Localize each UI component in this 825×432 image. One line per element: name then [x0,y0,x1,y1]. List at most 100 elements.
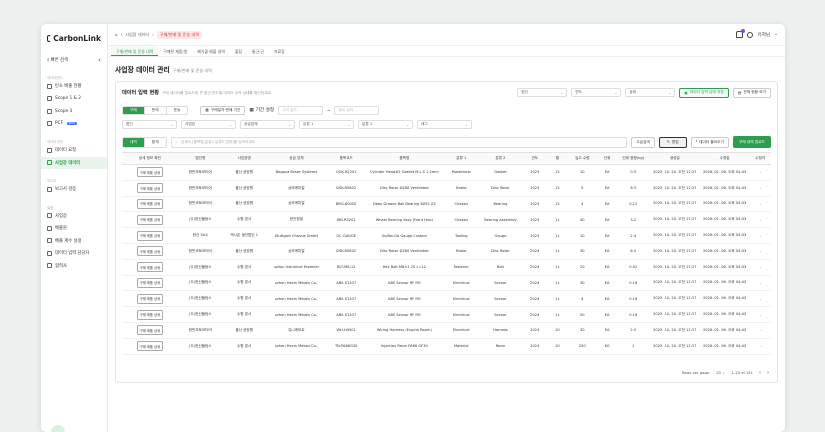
view-tab[interactable]: 내역 [123,137,145,147]
tab-item[interactable]: 통근/근 [247,46,269,56]
sidebar-item[interactable]: 사업장 데이터 [41,156,107,169]
tab-item[interactable]: 구매/판매 및 운송 내역 [111,46,159,56]
mode-tab[interactable]: 구매 [123,106,145,114]
table-row[interactable]: 구매 제품 상세 한민모토모터어 울산 공장원 삼보케미칼 DSK-R5802 Disc … [122,243,771,260]
column-header[interactable]: 품목코드 [327,152,366,165]
tab-item[interactable]: 구매한 제품/원 [158,46,192,56]
column-header[interactable]: 분류 2 [479,152,522,165]
tab-item[interactable]: 출장 [230,46,247,56]
table-cell: 50 [566,306,598,323]
table-row[interactable]: 구매 제품 상세 한민모토모터어 울산 공장원 삼보케미칼 BRG-6005Z Deep … [122,196,771,213]
table-row[interactable]: 구매 제품 상세 한민모토모터어 울산 공장원 Nagoya Brake System… [122,164,771,181]
detail-button[interactable]: 구매 제품 상세 [136,167,164,178]
user-name[interactable]: 유저님 [757,32,770,38]
detail-button[interactable]: 구매 제품 상세 [136,341,164,352]
column-header[interactable]: 공급 업체 [265,152,328,165]
detail-button[interactable]: 구매 제품 상세 [136,183,164,194]
bell-icon[interactable] [736,29,746,38]
table-row[interactable]: 구매 제품 상세 한민모토모터어 울산 공장원 삼보케미칼 DSK-R5802 Disc … [122,180,771,197]
save-status-label: 데이터 입력 상태 저장 [689,90,724,94]
column-header[interactable]: 수정일 [699,152,750,165]
upload-button[interactable]: 구매 내역 업로드 [732,136,771,148]
filter-select[interactable]: 분류 2 ⌄ [358,120,413,129]
mode-tab[interactable]: 운송 [167,107,188,114]
quick-search[interactable]: ⌕ 빠른 검색 ‹ [41,54,107,66]
table-row[interactable]: 구매 제품 상세 (주)한신물팀스 수원 본사 nzhen Hexin Metals … [122,306,771,323]
detail-button[interactable]: 구매 제품 상세 [136,198,164,209]
search-input[interactable]: ⌕ 검색어 (품목명,분류1,분류2,업체)를 검색하세요 [170,136,628,148]
filter-select[interactable]: 법인 ⌄ [122,120,177,129]
column-header[interactable]: 생성일 [649,152,700,165]
avatar[interactable] [51,425,65,432]
table-row[interactable]: 구매 제품 상세 (주)한신물팀스 수원 본사 nzhen Hexin Metals … [122,275,771,292]
column-header[interactable]: 단위 [597,152,617,165]
table-row[interactable]: 구매 제품 상세 (주)한신물팀스 수원 본사 nzhen Hexin Metals … [122,290,771,308]
sidebar-item[interactable]: 보고서 검증 [41,183,107,196]
filter-select[interactable]: 사업장 ⌄ [181,120,236,129]
filter-select[interactable]: 공급업체 ⌄ [240,120,295,129]
sidebar-item[interactable]: 협력사 [41,260,107,273]
column-header[interactable]: 상세 정보 확인 [122,152,178,165]
save-status-button[interactable]: ▣ 데이터 입력 상태 저장 [679,87,729,98]
sidebar-item[interactable]: 배출 계수 설정 [41,235,107,248]
rows-per-page-select[interactable]: 20 ⌄ [716,371,725,375]
download-button[interactable]: ⭳ 데이터 불러오기 [690,136,729,148]
table-cell: DSK-R5802 [327,180,366,197]
tab-item[interactable]: 폐기물 배출 내역 [192,46,230,56]
view-tab[interactable]: 합계 [145,138,166,147]
sidebar-item[interactable]: 데이터 입력 담당자 [41,247,107,260]
tab-item[interactable]: 자료등 [269,46,290,56]
sidebar-item[interactable]: Scope 3 [41,105,107,118]
sidebar-item[interactable]: 탄소 배출 현황 [41,80,107,93]
detail-button[interactable]: 구매 제품 상세 [136,325,164,336]
corp-select[interactable]: 법인 ⌄ [517,88,568,97]
mode-tab[interactable]: 판매 [145,106,167,114]
table-row[interactable]: 구매 제품 상세 (주)한신물팀스 수원 본사 uzhou Industrial Fa… [122,259,771,276]
column-header[interactable]: 월 [547,152,567,165]
table-row[interactable]: 구매 제품 상세 (주)한신물팀스 수원 본사 한진정밀 WB-R3201 Wheel B… [122,211,771,229]
column-header[interactable]: 단위 중량(kg) [616,152,650,165]
edit-button[interactable]: ✎ 편집 [658,136,687,148]
sidebar-item[interactable]: PCF BETA [41,118,107,131]
home-icon[interactable]: ⌂ [115,32,118,37]
year-select[interactable]: 연도 ⌄ [571,88,622,97]
prev-page-icon[interactable]: ‹ [759,370,761,376]
logo[interactable]: CarbonLink [41,30,107,46]
overview-button[interactable]: ▤ 전체 현황 보기 [732,87,771,98]
chevron-down-icon[interactable]: ⌄ [774,32,778,37]
filter-select[interactable]: 분류 1 ⌄ [299,120,354,129]
detail-button[interactable]: 구매 제품 상세 [136,230,164,241]
sidebar-item[interactable]: Scope 1 & 2 [41,93,107,106]
period-toggle[interactable]: ▦ 기간 설정 [249,107,274,114]
column-header[interactable]: 연도 [521,152,548,165]
state-select[interactable]: 상태 ⌄ [625,88,676,97]
sidebar-item[interactable]: 데이터 요청 [41,144,107,157]
detail-button[interactable]: 구매 제품 상세 [136,277,164,288]
table-row[interactable]: 구매 제품 상세 한민모토모터어 울산 공장원 유니케모트 WH-H4501 Wiring… [122,322,771,339]
table-body: 구매 제품 상세 한민모토모터어 울산 공장원 Nagoya Brake System… [122,164,771,355]
advanced-search-button[interactable]: 고급검색 [631,136,655,148]
next-page-icon[interactable]: › [767,370,769,376]
column-header[interactable]: 사업장명 [222,152,266,165]
column-header[interactable]: 입고 수량 [566,152,598,165]
date-to-input[interactable]: 종료 일자 [334,105,380,115]
detail-button[interactable]: 구매 제품 상세 [136,293,164,304]
table-row[interactable]: 구매 제품 상세 (주)한신물팀스 수원 본사 nzhen Hexin Metals … [122,338,771,355]
detail-button[interactable]: 구매 제품 상세 [136,246,164,257]
column-header[interactable]: 분류 1 [443,152,480,165]
filter-select[interactable]: 태그 ⌄ [417,120,472,129]
column-header[interactable]: 품목명 [365,152,444,165]
breadcrumb-item[interactable]: 사업장 데이터 [125,32,149,38]
detail-button[interactable]: 구매 제품 상세 [136,214,164,225]
table-row[interactable]: 구매 제품 상세 한신 S&S 액시온 생산법인 1 Stuttgart Chassi… [122,227,771,244]
detail-button[interactable]: 구매 제품 상세 [136,309,164,320]
column-header[interactable]: 수정자 [749,152,771,165]
column-header[interactable]: 법인명 [177,152,223,165]
sidebar-item[interactable]: 사업장 [41,210,107,223]
sidebar-item[interactable]: 배출원 [41,222,107,235]
period-button[interactable]: ▦ 구매일자·판매 기간 [200,105,246,115]
caret-icon: ⌄ [170,122,173,127]
detail-button[interactable]: 구매 제품 상세 [136,262,164,273]
date-from-input[interactable]: 시작 일자 [278,105,324,115]
collapse-sidebar-icon[interactable]: ‹ [98,56,101,64]
